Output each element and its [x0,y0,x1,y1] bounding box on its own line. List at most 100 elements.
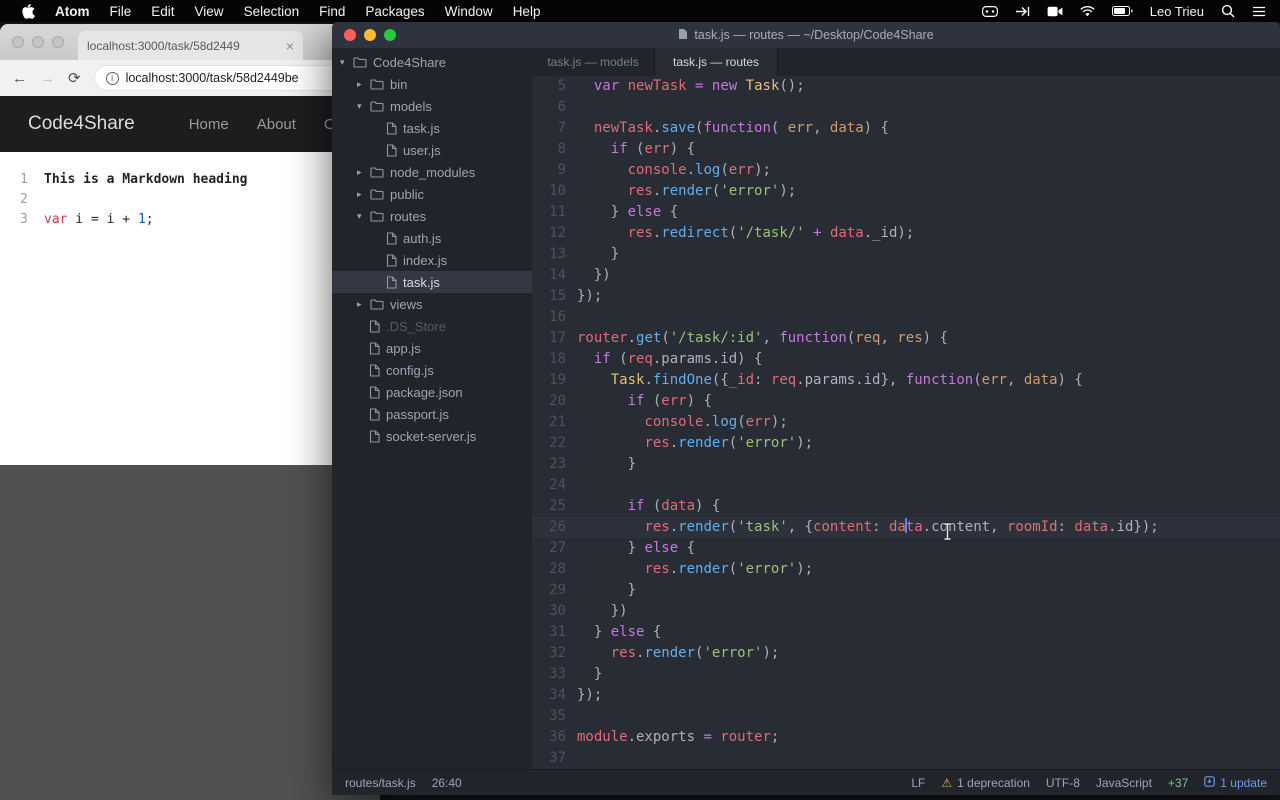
deprecation-text: 1 deprecation [957,776,1030,790]
code-line-5[interactable]: 5 var newTask = new Task(); [532,76,1280,97]
code-line-22[interactable]: 22 res.render('error'); [532,433,1280,454]
camera-icon[interactable] [1047,6,1063,17]
code-line-34[interactable]: 34}); [532,685,1280,706]
menu-item-atom[interactable]: Atom [45,0,100,22]
menu-item-view[interactable]: View [185,0,234,22]
code-line-14[interactable]: 14 }) [532,265,1280,286]
menu-item-edit[interactable]: Edit [141,0,184,22]
close-window-button[interactable] [344,29,356,41]
menu-item-file[interactable]: File [100,0,142,22]
back-icon[interactable]: ← [12,71,27,86]
tree-item-models[interactable]: ▾models [332,95,532,117]
code-line-15[interactable]: 15}); [532,286,1280,307]
code-editor[interactable]: 5 var newTask = new Task();67 newTask.sa… [532,76,1280,769]
screenshare-icon[interactable] [1015,6,1030,17]
status-deprecation[interactable]: ⚠ 1 deprecation [941,776,1030,790]
browser-tab[interactable]: localhost:3000/task/58d2449 × [78,31,303,60]
status-line-ending[interactable]: LF [911,776,925,790]
status-git-diff[interactable]: +37 [1168,776,1188,790]
tree-item-package-json[interactable]: package.json [332,381,532,403]
wifi-icon[interactable] [1080,6,1095,17]
search-icon[interactable] [1221,4,1235,18]
tab-task-js-routes[interactable]: task.js — routes [655,48,778,76]
code-line-26[interactable]: 26 res.render('task', {content: data.con… [532,517,1280,538]
code-line-24[interactable]: 24 [532,475,1280,496]
close-tab-icon[interactable]: × [286,38,294,54]
code-line-32[interactable]: 32 res.render('error'); [532,643,1280,664]
site-link-about[interactable]: About [257,116,296,133]
tree-item-task-js[interactable]: task.js [332,117,532,139]
code-line-6[interactable]: 6 [532,97,1280,118]
tree-item-views[interactable]: ▸views [332,293,532,315]
menu-item-help[interactable]: Help [503,0,551,22]
code-line-33[interactable]: 33 } [532,664,1280,685]
menu-item-selection[interactable]: Selection [234,0,310,22]
tree-item-code4share[interactable]: ▾Code4Share [332,51,532,73]
code-line-27[interactable]: 27 } else { [532,538,1280,559]
notification-center-icon[interactable] [1252,6,1266,17]
zoom-window-button[interactable] [384,29,396,41]
site-link-home[interactable]: Home [189,116,229,133]
tree-item-task-js[interactable]: task.js [332,271,532,293]
site-brand[interactable]: Code4Share [28,113,135,135]
code-line-19[interactable]: 19 Task.findOne({_id: req.params.id}, fu… [532,370,1280,391]
tree-item-ds-store[interactable]: .DS_Store [332,315,532,337]
zoom-window-button[interactable] [52,36,64,48]
folder-icon [353,57,367,68]
status-updates[interactable]: 1 update [1204,776,1267,790]
apple-menu-icon[interactable] [12,3,45,19]
minimize-window-button[interactable] [32,36,44,48]
code-line-18[interactable]: 18 if (req.params.id) { [532,349,1280,370]
info-icon[interactable]: i [106,72,119,85]
status-cursor-position[interactable]: 26:40 [432,776,462,790]
code-line-30[interactable]: 30 }) [532,601,1280,622]
status-language[interactable]: JavaScript [1096,776,1152,790]
tree-item-index-js[interactable]: index.js [332,249,532,271]
status-encoding[interactable]: UTF-8 [1046,776,1080,790]
code-line-20[interactable]: 20 if (err) { [532,391,1280,412]
tree-item-routes[interactable]: ▾routes [332,205,532,227]
code-line-25[interactable]: 25 if (data) { [532,496,1280,517]
tree-item-app-js[interactable]: app.js [332,337,532,359]
atom-title-bar[interactable]: task.js — routes — ~/Desktop/Code4Share [332,22,1280,48]
tree-item-bin[interactable]: ▸bin [332,73,532,95]
menu-item-find[interactable]: Find [309,0,355,22]
code-line-11[interactable]: 11 } else { [532,202,1280,223]
code-line-36[interactable]: 36module.exports = router; [532,727,1280,748]
tree-item-public[interactable]: ▸public [332,183,532,205]
controller-icon[interactable] [982,6,998,17]
code-line-7[interactable]: 7 newTask.save(function( err, data) { [532,118,1280,139]
code-line-37[interactable]: 37 [532,748,1280,769]
code-line-16[interactable]: 16 [532,307,1280,328]
minimize-window-button[interactable] [364,29,376,41]
code-line-21[interactable]: 21 console.log(err); [532,412,1280,433]
code-line-10[interactable]: 10 res.render('error'); [532,181,1280,202]
tree-item-socket-server-js[interactable]: socket-server.js [332,425,532,447]
menubar-username[interactable]: Leo Trieu [1150,4,1204,19]
url-bar[interactable]: i localhost:3000/task/58d2449be [94,65,368,91]
code-line-13[interactable]: 13 } [532,244,1280,265]
code-token: , { [788,519,813,535]
code-line-29[interactable]: 29 } [532,580,1280,601]
tree-item-config-js[interactable]: config.js [332,359,532,381]
code-line-12[interactable]: 12 res.redirect('/task/' + data._id); [532,223,1280,244]
code-line-9[interactable]: 9 console.log(err); [532,160,1280,181]
code-line-31[interactable]: 31 } else { [532,622,1280,643]
menu-item-packages[interactable]: Packages [355,0,434,22]
code-token: 'task' [737,519,788,535]
code-line-35[interactable]: 35 [532,706,1280,727]
code-line-8[interactable]: 8 if (err) { [532,139,1280,160]
reload-icon[interactable]: ⟳ [68,71,81,86]
menu-item-window[interactable]: Window [435,0,503,22]
tree-item-node-modules[interactable]: ▸node_modules [332,161,532,183]
code-line-23[interactable]: 23 } [532,454,1280,475]
tab-task-js-models[interactable]: task.js — models [532,48,655,76]
code-line-28[interactable]: 28 res.render('error'); [532,559,1280,580]
battery-icon[interactable] [1112,6,1133,16]
tree-item-auth-js[interactable]: auth.js [332,227,532,249]
close-window-button[interactable] [12,36,24,48]
tree-item-passport-js[interactable]: passport.js [332,403,532,425]
code-token [577,141,611,157]
code-line-17[interactable]: 17router.get('/task/:id', function(req, … [532,328,1280,349]
tree-item-user-js[interactable]: user.js [332,139,532,161]
